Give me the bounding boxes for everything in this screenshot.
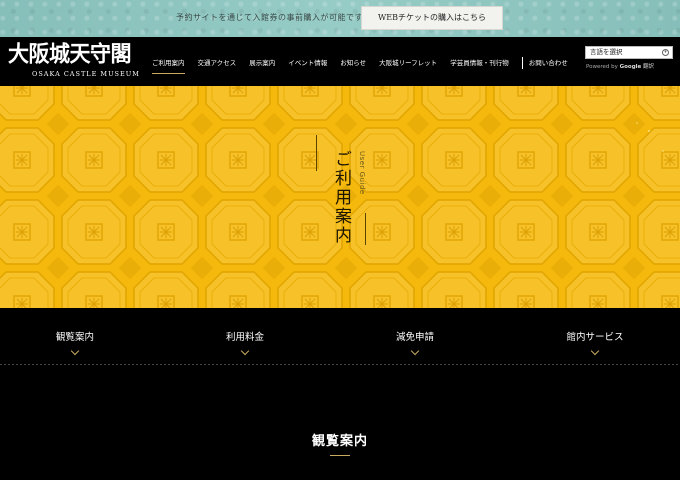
nav-item-events[interactable]: イベント情報 xyxy=(288,58,327,68)
chevron-down-icon xyxy=(410,346,420,356)
google-translate-credit: Powered by Google 翻訳 xyxy=(586,62,654,70)
global-nav: ご利用案内 交通アクセス 展示案内 イベント情報 お知らせ 大阪城リーフレット … xyxy=(152,56,581,74)
nav-item-contact[interactable]: お問い合わせ xyxy=(529,58,568,68)
web-ticket-button[interactable]: WEBチケットの購入はこちら xyxy=(361,6,503,30)
logo-english: OSAKA CASTLE MUSEUM xyxy=(32,70,140,78)
nav-item-access[interactable]: 交通アクセス xyxy=(198,58,237,68)
nav-item-leaflet[interactable]: 大阪城リーフレット xyxy=(379,58,437,68)
chevron-down-icon xyxy=(240,346,250,356)
tab-facility-services[interactable]: 館内サービス xyxy=(510,329,680,356)
chevron-down-icon xyxy=(70,346,80,356)
page-title: ご利用案内 xyxy=(331,150,351,245)
chevron-down-icon xyxy=(590,346,600,356)
powered-by-text: Powered by xyxy=(586,64,618,70)
tabs-divider xyxy=(0,364,680,365)
language-select[interactable]: 言語を選択 ▾ xyxy=(585,46,673,59)
tab-label: 館内サービス xyxy=(566,332,624,343)
nav-item-user-guide[interactable]: ご利用案内 xyxy=(152,58,185,74)
section-tabs: 観覧案内 利用料金 減免申請 館内サービス xyxy=(0,308,680,366)
section-heading: 観覧案内 xyxy=(311,434,368,449)
tab-viewing-guide[interactable]: 観覧案内 xyxy=(0,329,160,356)
google-logo[interactable]: Google xyxy=(620,64,642,70)
tab-label: 利用料金 xyxy=(225,332,264,343)
tab-fee-exemption[interactable]: 減免申請 xyxy=(330,329,500,356)
sparkle-decoration xyxy=(662,150,664,152)
section-heading-underline xyxy=(330,455,350,456)
ticket-notice-text: 予約サイトを通じて入館券の事前購入が可能です。 xyxy=(176,13,371,22)
select-arrow-icon: ▾ xyxy=(662,49,669,56)
nav-item-exhibits[interactable]: 展示案内 xyxy=(249,58,275,68)
page-subtitle: User Guide xyxy=(358,151,366,195)
nav-item-news[interactable]: お知らせ xyxy=(340,58,366,68)
sparkle-decoration xyxy=(648,130,650,132)
translate-link[interactable]: 翻訳 xyxy=(643,64,654,70)
sparkle-decoration xyxy=(636,122,638,124)
site-logo[interactable]: 大阪城天守閣 OSAKA CASTLE MUSEUM xyxy=(8,40,142,83)
top-notice-bar: 予約サイトを通じて入館券の事前購入が可能です。 WEBチケットの購入はこちら xyxy=(0,0,680,37)
tab-admission-fees[interactable]: 利用料金 xyxy=(160,329,330,356)
logo-japanese: 大阪城天守閣 xyxy=(8,40,132,67)
language-select-label: 言語を選択 xyxy=(590,48,623,56)
tab-label: 減免申請 xyxy=(395,332,434,343)
tab-label: 観覧案内 xyxy=(55,332,94,343)
site-header: 大阪城天守閣 OSAKA CASTLE MUSEUM ご利用案内 交通アクセス … xyxy=(0,37,680,86)
nav-item-curators[interactable]: 学芸員情報・刊行物 xyxy=(450,58,509,68)
hero-rule-top xyxy=(316,135,317,171)
hero-rule-bottom xyxy=(365,213,366,245)
nav-divider xyxy=(521,57,523,69)
